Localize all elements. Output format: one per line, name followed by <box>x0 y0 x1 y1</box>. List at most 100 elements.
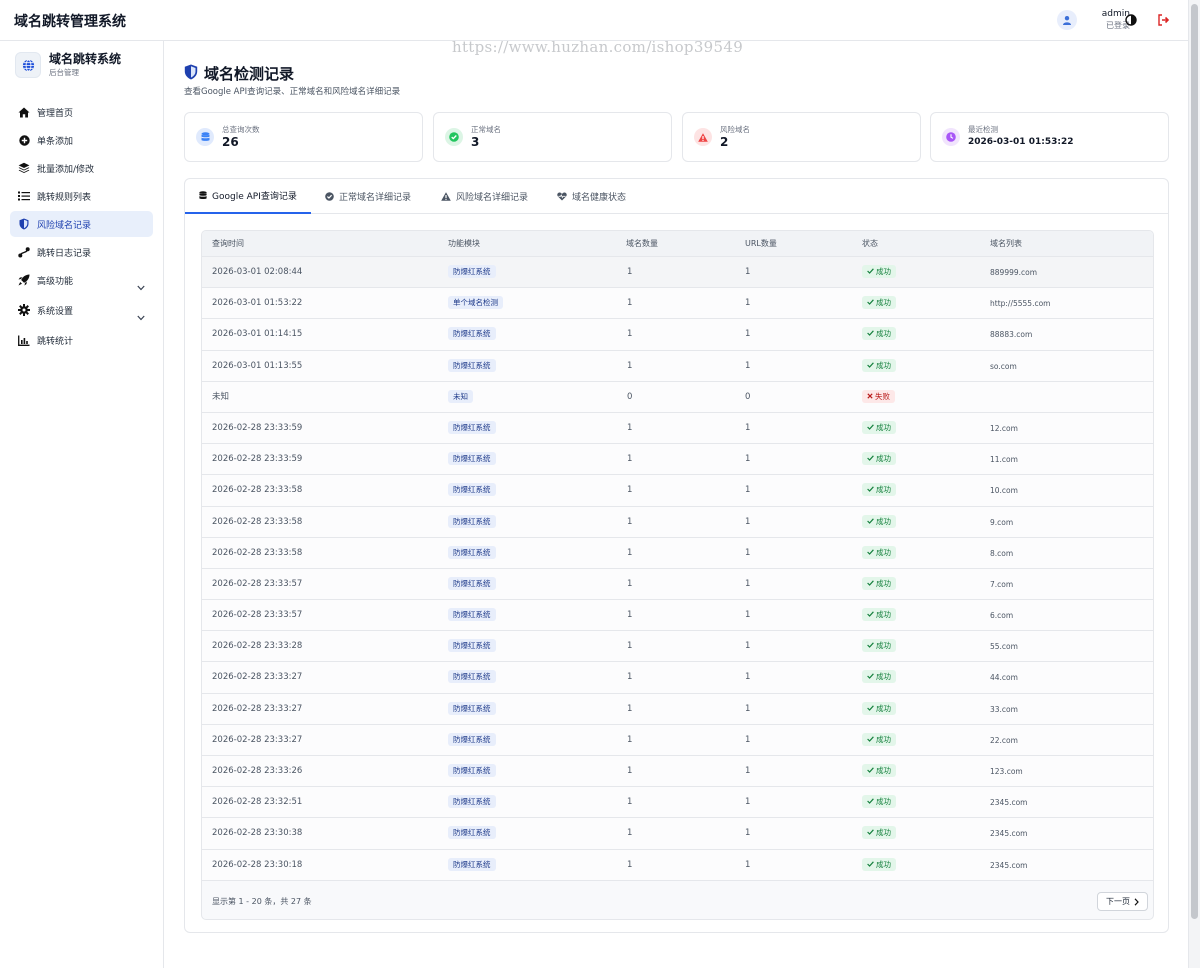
sidebar: 域名跳转系统 后台管理 管理首页 单条添加 批量添加/修改 跳转规则列表 风险域… <box>0 41 164 968</box>
status-badge: 成功 <box>862 732 896 746</box>
theme-toggle-icon[interactable] <box>1123 12 1139 28</box>
database-icon <box>199 191 207 200</box>
tab-normal-domains[interactable]: 正常域名详细记录 <box>325 179 411 214</box>
tab-google-api[interactable]: Google API查询记录 <box>185 179 311 214</box>
tab-domain-health[interactable]: 域名健康状态 <box>557 179 626 214</box>
user-icon <box>1057 10 1077 30</box>
urls-cell: 1 <box>745 703 751 714</box>
module-cell: 防爆红系统 <box>448 787 496 818</box>
status-text: 成功 <box>876 298 891 308</box>
table-footer: 显示第 1 - 20 条，共 27 条 下一页 <box>202 884 1153 919</box>
module-cell: 防爆红系统 <box>448 694 496 725</box>
urls-cell: 1 <box>745 360 751 371</box>
module-cell: 防爆红系统 <box>448 319 496 350</box>
table-row: 2026-02-28 23:32:51 防爆红系统 1 1 成功 2345.com <box>202 787 1153 819</box>
module-cell: 防爆红系统 <box>448 662 496 693</box>
tab-label: 风险域名详细记录 <box>456 193 529 203</box>
stat-label: 风险域名 <box>720 124 750 134</box>
list-cell: 7.com <box>990 579 1014 589</box>
scrollbar-thumb[interactable] <box>1191 4 1198 919</box>
module-cell: 防爆红系统 <box>448 475 496 506</box>
urls-cell: 1 <box>745 578 751 589</box>
heart-pulse-icon <box>557 192 567 201</box>
page-scrollbar[interactable] <box>1188 0 1200 968</box>
list-cell: 889999.com <box>990 268 1038 277</box>
module-cell: 防爆红系统 <box>448 818 496 849</box>
list-cell: 44.com <box>990 673 1018 683</box>
check-icon <box>867 735 874 744</box>
records-table: 查询时间 功能模块 域名数量 URL数量 状态 域名列表 2026-03-01 … <box>201 230 1154 920</box>
module-cell: 防爆红系统 <box>448 351 496 382</box>
sidebar-item-single-add[interactable]: 单条添加 <box>10 127 153 153</box>
check-icon <box>867 704 874 713</box>
status-text: 成功 <box>876 641 891 651</box>
list-cell: 22.com <box>990 735 1018 745</box>
sidebar-item-batch-add[interactable]: 批量添加/修改 <box>10 155 153 181</box>
status-text: 成功 <box>876 859 891 869</box>
sidebar-item-label: 风险域名记录 <box>37 220 92 231</box>
sidebar-item-advanced[interactable]: 高级功能 <box>10 267 153 293</box>
brand-subtitle: 后台管理 <box>49 68 79 77</box>
time-cell: 2026-02-28 23:33:28 <box>212 641 303 652</box>
status-badge: 失败 <box>862 389 895 403</box>
time-cell: 2026-02-28 23:33:58 <box>212 516 303 527</box>
user-menu[interactable]: admin 已登录 <box>1057 9 1130 31</box>
sidebar-item-label: 跳转日志记录 <box>37 248 92 259</box>
next-page-button[interactable]: 下一页 <box>1097 892 1148 911</box>
time-cell: 2026-03-01 01:53:22 <box>212 298 303 309</box>
urls-cell: 1 <box>745 267 751 277</box>
globe-icon <box>15 52 41 78</box>
status-badge: 成功 <box>862 265 896 278</box>
sidebar-item-redirect-log[interactable]: 跳转日志记录 <box>10 239 153 265</box>
chevron-down-icon <box>137 306 145 325</box>
time-cell: 2026-02-28 23:33:27 <box>212 672 303 683</box>
domains-cell: 0 <box>627 391 633 402</box>
module-cell: 防爆红系统 <box>448 725 496 756</box>
status-cell: 成功 <box>862 818 896 849</box>
sidebar-item-stats[interactable]: 跳转统计 <box>10 327 153 353</box>
domains-cell: 1 <box>627 766 633 776</box>
urls-cell: 1 <box>745 547 751 558</box>
module-badge: 防爆红系统 <box>448 764 496 777</box>
chevron-right-icon <box>1134 897 1139 906</box>
check-icon <box>867 454 874 463</box>
check-icon <box>867 672 874 681</box>
urls-cell: 1 <box>745 329 751 340</box>
module-badge: 防爆红系统 <box>448 483 496 497</box>
table-row: 2026-02-28 23:33:59 防爆红系统 1 1 成功 12.com <box>202 412 1153 445</box>
check-icon <box>867 485 874 494</box>
urls-cell: 0 <box>745 391 751 402</box>
pagination-info: 显示第 1 - 20 条，共 27 条 <box>212 897 312 906</box>
status-text: 成功 <box>876 610 891 620</box>
time-cell: 2026-02-28 23:33:58 <box>212 547 303 558</box>
sidebar-item-home[interactable]: 管理首页 <box>10 99 153 125</box>
urls-cell: 1 <box>745 672 751 683</box>
module-cell: 防爆红系统 <box>448 850 496 881</box>
domains-cell: 1 <box>627 703 633 714</box>
status-text: 成功 <box>876 578 891 588</box>
module-badge: 防爆红系统 <box>448 670 496 684</box>
tab-risk-domains[interactable]: 风险域名详细记录 <box>441 179 528 214</box>
column-header: 功能模块 <box>448 239 480 248</box>
table-row: 2026-03-01 01:53:22 单个域名检测 1 1 成功 http://5555… <box>202 288 1153 320</box>
domains-cell: 1 <box>627 672 633 683</box>
next-page-label: 下一页 <box>1106 897 1130 906</box>
sidebar-item-rule-list[interactable]: 跳转规则列表 <box>10 183 153 209</box>
status-text: 成功 <box>876 672 891 682</box>
sidebar-item-risk-domains[interactable]: 风险域名记录 <box>10 211 153 237</box>
time-cell: 2026-02-28 23:32:51 <box>212 797 303 808</box>
stat-card-total: 总查询次数 26 <box>184 112 423 162</box>
logout-icon[interactable] <box>1155 12 1171 28</box>
domains-cell: 1 <box>627 734 633 745</box>
table-row: 2026-02-28 23:30:18 防爆红系统 1 1 成功 2345.com <box>202 849 1153 881</box>
time-cell: 2026-02-28 23:33:26 <box>212 766 303 776</box>
urls-cell: 1 <box>745 610 751 621</box>
sidebar-item-settings[interactable]: 系统设置 <box>10 297 153 323</box>
module-cell: 防爆红系统 <box>448 257 496 288</box>
table-row: 2026-02-28 23:33:26 防爆红系统 1 1 成功 123.com <box>202 756 1153 788</box>
domains-cell: 1 <box>627 610 633 621</box>
stat-value: 26 <box>222 134 239 149</box>
status-text: 成功 <box>876 267 891 276</box>
check-icon <box>867 766 874 775</box>
urls-cell: 1 <box>745 734 751 745</box>
